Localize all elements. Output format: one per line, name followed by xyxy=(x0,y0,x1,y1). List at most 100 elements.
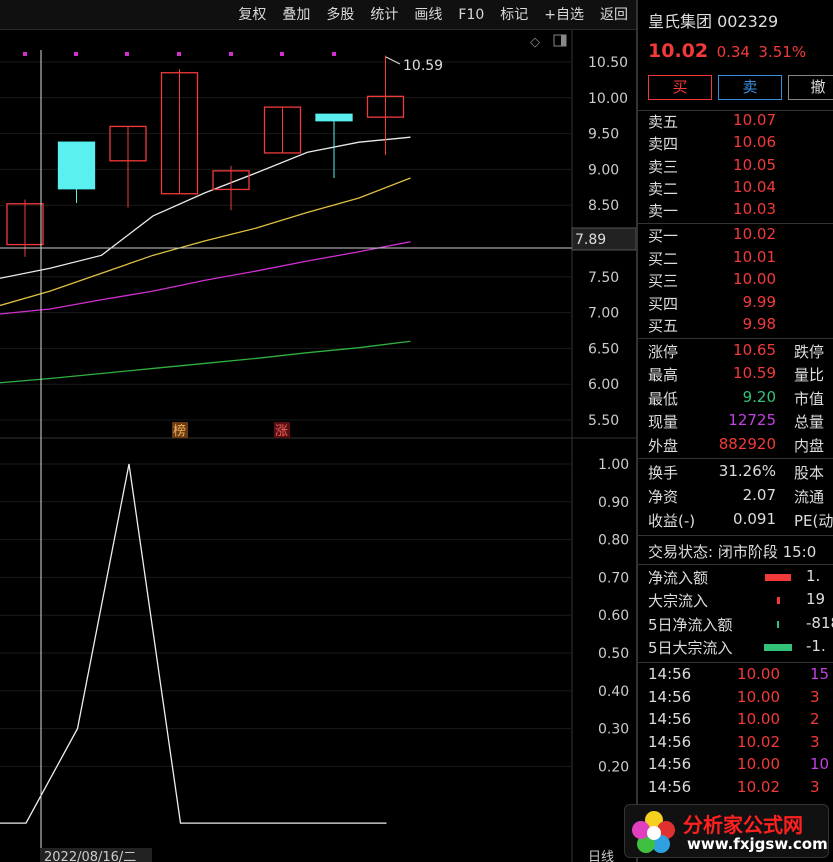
kline-chart[interactable]: 10.50 10.00 9.50 9.00 8.50 7.50 7.00 6.50 6.00 5.… xyxy=(0,30,636,862)
divider xyxy=(638,223,833,224)
ask-label: 卖三 xyxy=(648,157,679,176)
toolbar-overlay[interactable]: 叠加 xyxy=(274,0,318,30)
toolbar-restore-rights[interactable]: 复权 xyxy=(230,0,274,30)
indicator-line-path xyxy=(0,463,387,824)
quote-panel: 皇氏集团 002329 10.02 0.34 3.51% 买 卖 撤 卖五 10.… xyxy=(636,0,833,862)
bid-price: 10.00 xyxy=(733,270,776,289)
price-tick-label: 7.50 xyxy=(588,270,619,286)
sell-button[interactable]: 卖 xyxy=(718,75,782,100)
toolbar-mark[interactable]: 标记 xyxy=(492,0,536,30)
stat-label-2: 总量 xyxy=(794,413,825,432)
candles xyxy=(6,55,405,257)
ask-label: 卖二 xyxy=(648,179,679,198)
divider xyxy=(638,458,833,459)
price-tick-label: 10.00 xyxy=(588,91,628,107)
indicator-tick-label: 1.00 xyxy=(598,457,629,473)
indicator-tick-label: 0.30 xyxy=(598,722,629,738)
signal-dot xyxy=(125,52,129,56)
bid-label: 买一 xyxy=(648,227,679,245)
flow-label: 大宗流入 xyxy=(648,592,709,611)
ask-price: 10.04 xyxy=(733,177,776,196)
flow-label: 5日净流入额 xyxy=(648,615,733,634)
toolbar-statistics[interactable]: 统计 xyxy=(362,0,406,30)
stock-title: 皇氏集团 002329 xyxy=(648,8,778,32)
ma10-line xyxy=(0,177,411,307)
price-tick-label: 8.50 xyxy=(588,198,619,214)
tick-price: 10.00 xyxy=(737,710,780,729)
flow-bar xyxy=(764,643,792,651)
panel-toggle-icon-fill xyxy=(561,35,566,46)
bid-price: 9.99 xyxy=(742,292,776,311)
ask-label: 卖一 xyxy=(648,202,679,221)
tick-time: 14:56 xyxy=(648,755,692,774)
ask-price: 10.06 xyxy=(733,133,776,152)
indicator-line xyxy=(0,463,387,824)
diamond-icon[interactable]: ◇ xyxy=(530,35,540,50)
bid-label: 买五 xyxy=(648,317,679,336)
stat-value: 9.20 xyxy=(742,387,776,406)
signal-dot xyxy=(280,52,284,56)
signal-dots xyxy=(23,52,336,56)
indicator-tick-label: 0.70 xyxy=(598,570,629,586)
stock-code: 002329 xyxy=(717,12,779,31)
stat-label-2: 市值 xyxy=(794,389,825,408)
ask-price: 10.07 xyxy=(733,111,776,129)
flow-value: -1. xyxy=(806,636,826,655)
tick-volume: 3 xyxy=(810,732,820,751)
toolbar-f10[interactable]: F10 xyxy=(450,0,492,30)
stat-value: 2.07 xyxy=(742,486,776,504)
stat-label: 涨停 xyxy=(648,343,679,361)
high-marker-leader xyxy=(385,56,401,65)
bid-label: 买二 xyxy=(648,249,679,268)
price-tick-label: 9.00 xyxy=(588,162,619,178)
toolbar-draw-line[interactable]: 画线 xyxy=(406,0,450,30)
stat-label-2: 股本 xyxy=(794,464,825,482)
chart-canvas[interactable]: 10.50 10.00 9.50 9.00 8.50 7.50 7.00 6.50 6.00 5.… xyxy=(0,30,636,862)
tick-volume: 15 xyxy=(810,665,830,683)
bid-label: 买三 xyxy=(648,272,679,291)
indicator-tick-label: 0.20 xyxy=(598,759,629,775)
signal-dot xyxy=(229,52,233,56)
bid-label: 买四 xyxy=(648,294,679,313)
cancel-button[interactable]: 撤 xyxy=(788,75,833,100)
price-gridlines xyxy=(0,61,572,421)
tick-time: 14:56 xyxy=(648,778,692,796)
last-price: 10.02 xyxy=(648,40,709,62)
ask-price: 10.05 xyxy=(733,155,776,174)
stat-label: 现量 xyxy=(648,413,679,432)
divider xyxy=(638,535,833,536)
toolbar-add-favorite[interactable]: +自选 xyxy=(536,0,592,30)
stat-label: 换手 xyxy=(648,464,679,482)
toolbar-multi-stock[interactable]: 多股 xyxy=(318,0,362,30)
divider xyxy=(638,338,833,339)
flower-logo-icon xyxy=(632,811,675,853)
toolbar-back[interactable]: 返回 xyxy=(592,0,636,30)
signal-dot xyxy=(177,52,181,56)
stat-label-2: PE(动 xyxy=(794,512,833,530)
tick-volume: 3 xyxy=(810,687,820,706)
price-tick-label: 7.00 xyxy=(588,306,619,322)
flow-value: 19 xyxy=(806,590,826,609)
price-tick-label: 9.50 xyxy=(588,127,619,143)
period-label[interactable]: 日线 xyxy=(588,850,614,862)
buy-button[interactable]: 买 xyxy=(648,75,712,100)
candle-down xyxy=(315,113,353,122)
stat-value: 12725 xyxy=(728,411,776,430)
price-change-pct: 3.51% xyxy=(758,43,807,61)
stat-label: 收益(-) xyxy=(648,512,696,530)
ma20-line xyxy=(0,241,411,315)
tick-price: 10.02 xyxy=(737,778,780,796)
crosshair-price: 7.89 xyxy=(575,232,606,248)
price-tick-label: 6.00 xyxy=(588,377,619,393)
tick-time: 14:56 xyxy=(648,710,692,729)
stat-label-2: 量比 xyxy=(794,366,825,385)
tick-price: 10.00 xyxy=(737,755,780,774)
tag-rank: 榜 xyxy=(173,423,186,439)
high-marker: 10.59 xyxy=(403,58,443,74)
price-tick-label: 10.50 xyxy=(588,55,628,71)
flow-value: 1. xyxy=(806,567,821,585)
tick-price: 10.00 xyxy=(737,687,780,706)
ma60-line xyxy=(0,340,411,384)
stat-label-2: 跌停 xyxy=(794,343,825,361)
tick-price: 10.02 xyxy=(737,732,780,751)
